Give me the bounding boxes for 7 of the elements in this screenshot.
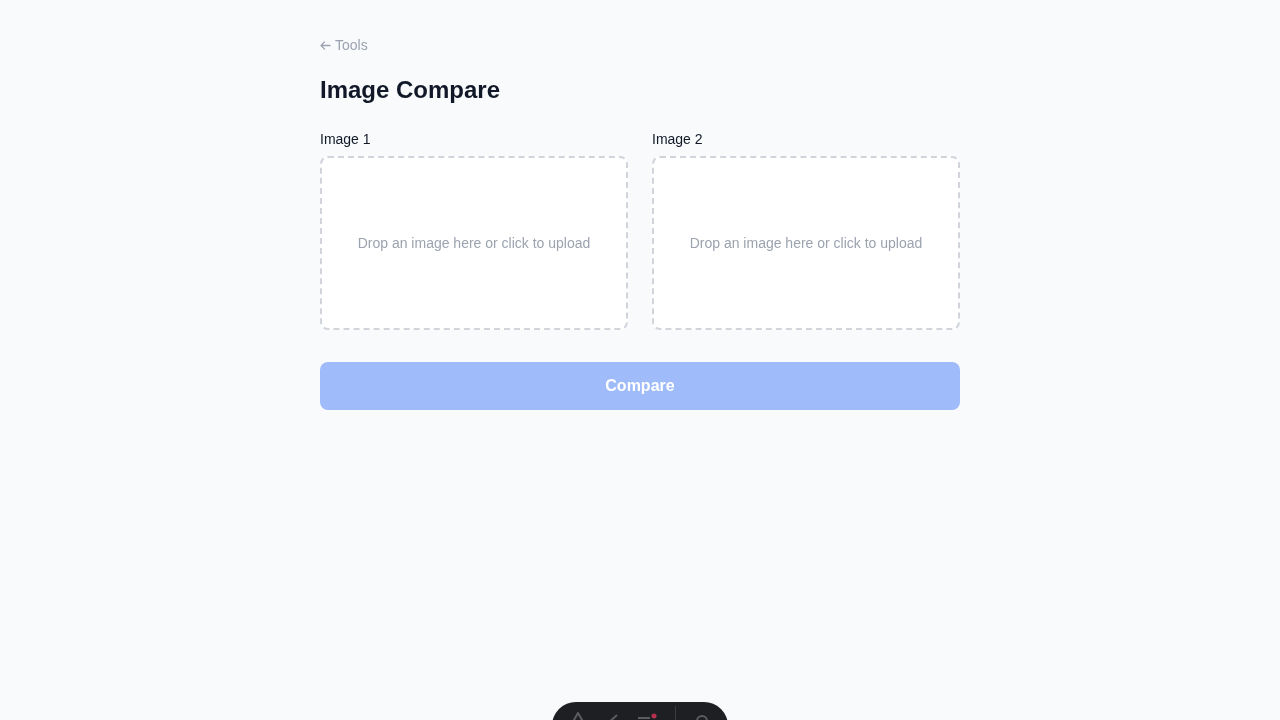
image-label: Image 2	[652, 130, 703, 148]
back-link[interactable]: Tools	[320, 36, 368, 54]
page-title: Image Compare	[320, 75, 501, 105]
image-label: Image 1	[320, 130, 371, 148]
arrow-left-icon	[320, 40, 331, 50]
upload-drop-zone[interactable]: Drop an image here or click to upload	[652, 156, 960, 330]
upload-drop-zone[interactable]: Drop an image here or click to upload	[320, 156, 628, 330]
